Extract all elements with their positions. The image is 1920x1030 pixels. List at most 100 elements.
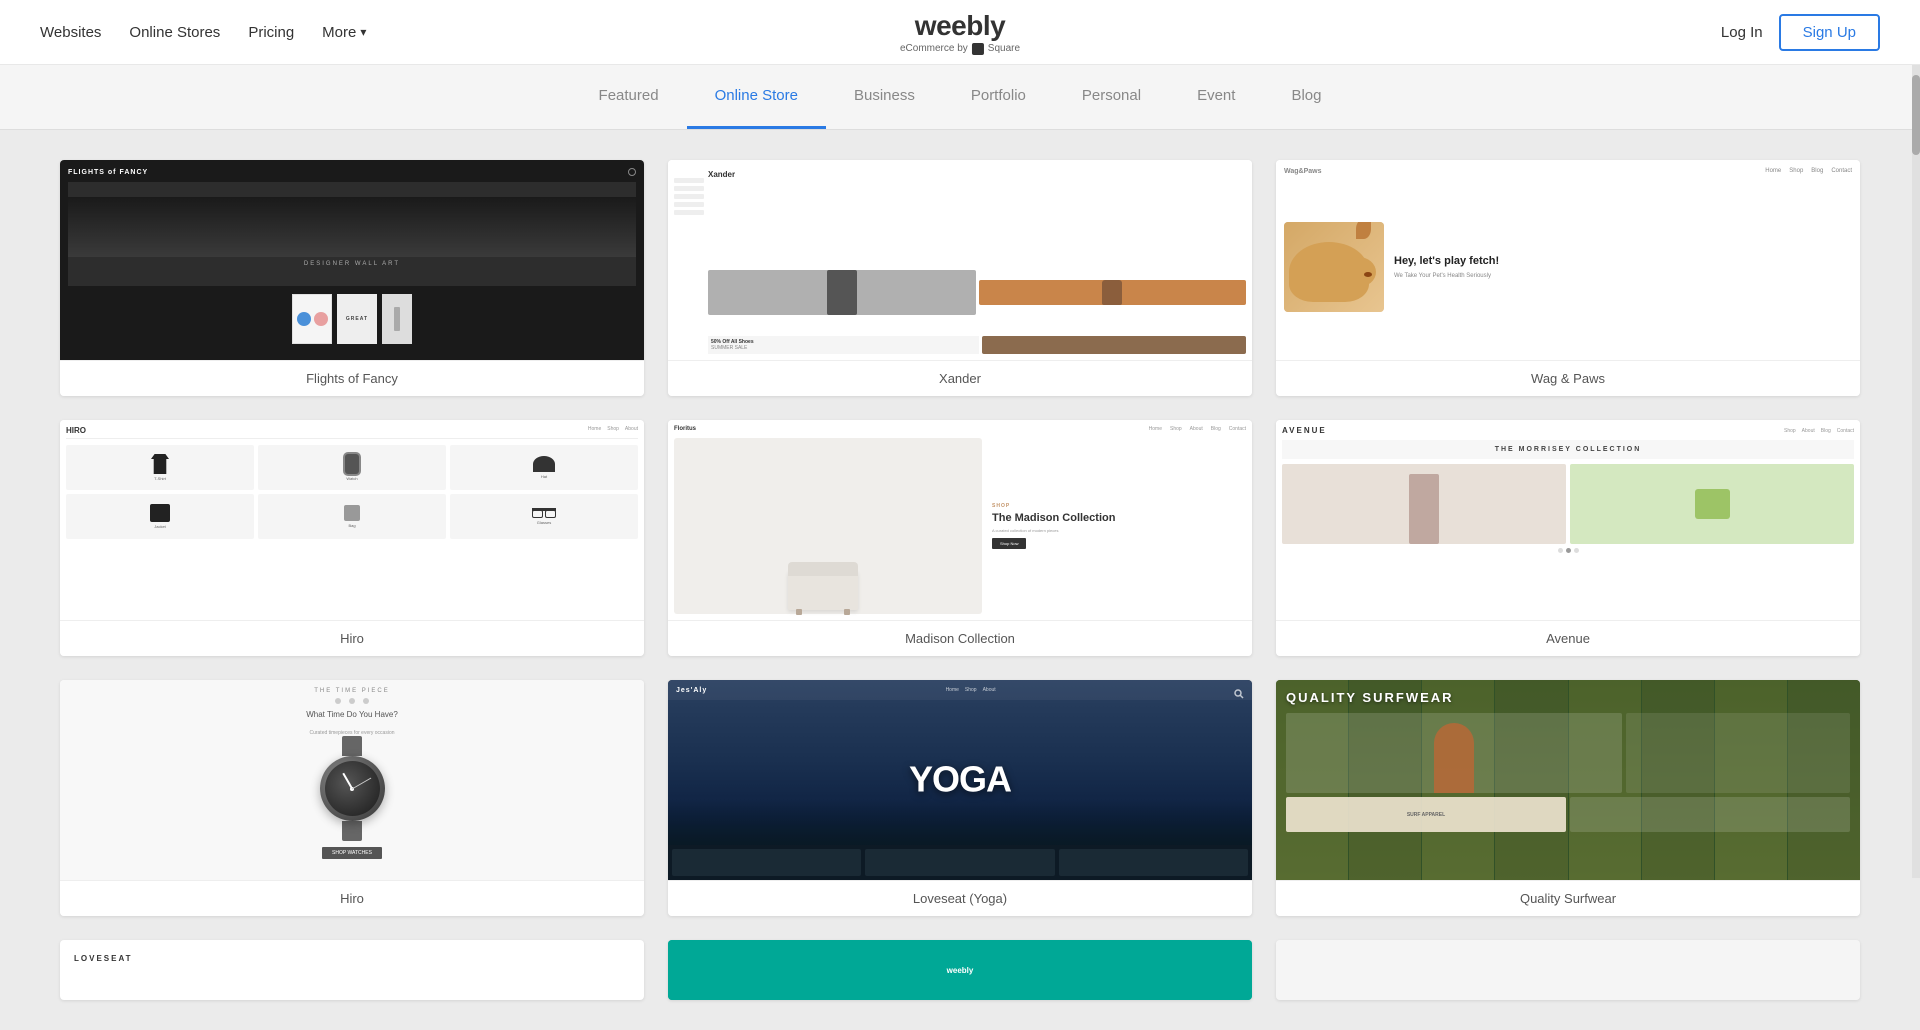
t2-jacket-shape [827, 270, 857, 315]
template-name-flights-fancy: Flights of Fancy [60, 360, 644, 396]
t1-dot-blue [297, 312, 311, 326]
t8-product-3 [1059, 849, 1248, 876]
login-link[interactable]: Log In [1721, 24, 1763, 41]
t4-product-sunglasses: Glasses [450, 494, 638, 539]
loveseat-logo: LOVESEAT [74, 954, 630, 963]
tab-online-store[interactable]: Online Store [687, 65, 826, 129]
t9-content: QUALITY SURFWEAR SURF APPAREL [1276, 680, 1860, 842]
light-card-content [1276, 940, 1860, 1000]
t4-product-tshirt: T-Shirt [66, 445, 254, 490]
t9-product-4 [1570, 797, 1850, 832]
t4-products-grid: T-Shirt Watch Hat [66, 445, 638, 539]
t9-product-label: SURF APPAREL [1407, 812, 1445, 818]
t7-watch-face [325, 761, 380, 816]
template-card-surf[interactable]: QUALITY SURFWEAR SURF APPAREL [1276, 680, 1860, 916]
t4-watch-label: Watch [346, 476, 357, 481]
t7-nav-dots [335, 698, 369, 704]
template-card-time-piece[interactable]: THE TIME PIECE What Time Do You Have? Cu… [60, 680, 644, 916]
t3-nav: Wag&Paws Home Shop Blog Contact [1284, 168, 1852, 175]
template-name-madison: Madison Collection [668, 620, 1252, 656]
t3-headline: Hey, let's play fetch! [1394, 254, 1852, 268]
t2-jacket-image [708, 270, 976, 315]
tab-blog[interactable]: Blog [1263, 65, 1349, 129]
t5-sofa-back [788, 562, 858, 576]
template-name-surf: Quality Surfwear [1276, 880, 1860, 916]
tab-business[interactable]: Business [826, 65, 943, 129]
t8-gradient-overlay [668, 800, 1252, 850]
scrollbar[interactable] [1912, 65, 1920, 878]
t8-logo: Jes'Aly [676, 687, 707, 694]
t1-products: GREAT [68, 286, 636, 352]
t3-text-area: Hey, let's play fetch! We Take Your Pet'… [1394, 254, 1852, 278]
partial-card-light[interactable] [1276, 940, 1860, 1000]
template-card-avenue[interactable]: AVENUE Shop About Blog Contact THE MORRI… [1276, 420, 1860, 656]
t5-logo: Floritus [674, 426, 696, 432]
t5-nav-home: Home [1149, 426, 1162, 432]
t7-cta-button[interactable]: SHOP WATCHES [322, 847, 382, 859]
template-card-yoga[interactable]: Jes'Aly Home Shop About [668, 680, 1252, 916]
template-preview-time-piece: THE TIME PIECE What Time Do You Have? Cu… [60, 680, 644, 880]
t4-sunglasses-label: Glasses [537, 520, 551, 525]
t4-tshirt-icon [151, 454, 169, 474]
t7-watch-body [320, 756, 385, 821]
t5-nav-about: About [1190, 426, 1203, 432]
t7-dot-3 [363, 698, 369, 704]
t4-nav-links: Home Shop About [588, 426, 638, 435]
t1-dot-pink [314, 312, 328, 326]
t4-tshirt-label: T-Shirt [154, 476, 166, 481]
t2-products-bottom: 50% Off All Shoes SUMMER SALE [708, 336, 1246, 354]
t3-nav-link1: Home [1765, 168, 1781, 175]
t3-sub: We Take Your Pet's Health Seriously [1394, 273, 1852, 279]
nav-pricing[interactable]: Pricing [248, 24, 294, 41]
template-card-madison[interactable]: Floritus Home Shop About Blog Contact [668, 420, 1252, 656]
t5-cta-button[interactable]: Shop Now [992, 538, 1026, 549]
t5-sofa-leg-right [844, 609, 850, 615]
t6-woman-shape [1409, 474, 1439, 544]
t4-bag-label: Bag [348, 523, 355, 528]
tab-personal[interactable]: Personal [1054, 65, 1169, 129]
template-preview-wag-paws: Wag&Paws Home Shop Blog Contact [1276, 160, 1860, 360]
t5-collection-label: Shop [992, 503, 1242, 509]
template-card-flights-fancy[interactable]: FLIGHTS of FANCY DESIGNER WALL ART [60, 160, 644, 396]
square-logo-icon [972, 43, 984, 55]
main-nav: Websites Online Stores Pricing More [40, 24, 366, 41]
t4-hat-icon [533, 456, 555, 472]
logo-sub: eCommerce by Square [900, 43, 1020, 55]
loveseat-content: LOVESEAT [66, 946, 638, 971]
tab-portfolio[interactable]: Portfolio [943, 65, 1054, 129]
nav-more[interactable]: More [322, 24, 366, 41]
partial-card-green[interactable]: weebly [668, 940, 1252, 1000]
t5-nav: Floritus Home Shop About Blog Contact [674, 426, 1246, 432]
t3-dog-head [1341, 257, 1376, 287]
partial-card-loveseat[interactable]: LOVESEAT [60, 940, 644, 1000]
tab-event[interactable]: Event [1169, 65, 1263, 129]
template-card-hiro[interactable]: HIRO Home Shop About T-Shirt [60, 420, 644, 656]
t6-dot-2 [1566, 548, 1571, 553]
t6-dot-navigation [1282, 548, 1854, 553]
category-tabs: Featured Online Store Business Portfolio… [0, 65, 1920, 130]
template-card-xander[interactable]: Xander 50% Off All Shoes SUMMER SALE [668, 160, 1252, 396]
t9-person-silhouette [1434, 723, 1474, 793]
scroll-thumb[interactable] [1912, 75, 1920, 155]
templates-area: FLIGHTS of FANCY DESIGNER WALL ART [0, 130, 1920, 1030]
green-card-text: weebly [947, 966, 974, 975]
nav-online-stores[interactable]: Online Stores [129, 24, 220, 41]
t3-dog-nose [1364, 272, 1372, 277]
template-preview-flights-fancy: FLIGHTS of FANCY DESIGNER WALL ART [60, 160, 644, 360]
t8-yoga-text: YOGA [909, 765, 1011, 796]
t7-logo: THE TIME PIECE [314, 688, 390, 694]
nav-websites[interactable]: Websites [40, 24, 101, 41]
template-name-wag-paws: Wag & Paws [1276, 360, 1860, 396]
t1-hero-image [68, 197, 636, 257]
template-name-avenue: Avenue [1276, 620, 1860, 656]
signup-button[interactable]: Sign Up [1779, 14, 1880, 51]
tab-featured[interactable]: Featured [571, 65, 687, 129]
t4-jacket-label: Jacket [154, 524, 166, 529]
t2-bag-image [979, 280, 1247, 305]
template-preview-yoga: Jes'Aly Home Shop About [668, 680, 1252, 880]
t1-hero: DESIGNER WALL ART [68, 182, 636, 286]
t4-nav-about: About [625, 426, 638, 435]
template-card-wag-paws[interactable]: Wag&Paws Home Shop Blog Contact [1276, 160, 1860, 396]
t9-bottom-products: SURF APPAREL [1286, 797, 1850, 832]
t3-logo: Wag&Paws [1284, 168, 1321, 175]
